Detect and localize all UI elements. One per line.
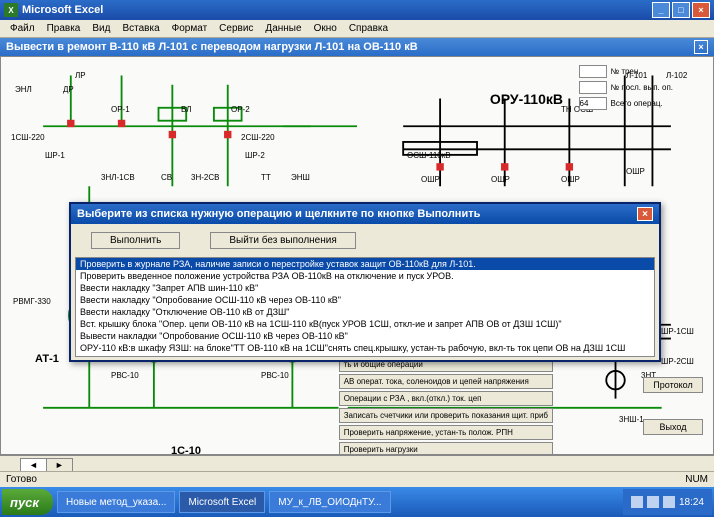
dialog-title-bar: Выберите из списка нужную операцию и щел… [71, 204, 659, 224]
maximize-button[interactable]: □ [672, 2, 690, 18]
op-button[interactable]: АВ операт. тока, соленоидов и цепей напр… [339, 374, 553, 389]
document-title: Вывести в ремонт В-110 кВ Л-101 с перево… [6, 41, 418, 53]
sch-label: 1СШ-220 [11, 133, 45, 142]
operation-list[interactable]: Проверить в журнале РЗА, наличие записи … [75, 257, 655, 357]
list-item[interactable]: Вст. крышку блока "Опер. цепи ОВ-110 кВ … [76, 318, 654, 330]
sch-label: АТ-1 [35, 353, 59, 365]
op-button[interactable]: Проверить нагрузки [339, 442, 553, 455]
sch-label: ДР [63, 85, 74, 94]
protocol-button[interactable]: Протокол [643, 377, 703, 393]
system-tray: 18:24 [623, 489, 712, 515]
sch-label: 3НЛ-1СВ [101, 173, 135, 182]
list-item[interactable]: Ввести накладку "Отключение ОВ-110 кВ от… [76, 306, 654, 318]
list-item[interactable]: Ввести накладку "Запрет АПВ шин-110 кВ" [76, 282, 654, 294]
list-item[interactable]: Вывести накладки "Опробование ОСШ-110 кВ… [76, 330, 654, 342]
sch-label: РВС-10 [111, 371, 139, 380]
menu-data[interactable]: Данные [259, 23, 307, 34]
sch-label: 3НШ-1 [619, 415, 644, 424]
exit-button[interactable]: Выход [643, 419, 703, 435]
sch-label: РВС-10 [261, 371, 289, 380]
operation-buttons: ть и общие операции АВ операт. тока, сол… [339, 357, 553, 455]
sch-label: ШР-1 [45, 151, 65, 160]
close-button[interactable]: × [692, 2, 710, 18]
task-item[interactable]: Новые метод_указа... [57, 491, 175, 513]
sch-label: ОШР [561, 175, 580, 184]
sch-label: СВ [161, 173, 172, 182]
sch-label: ОСШ-110кВ [407, 151, 451, 160]
vsego-input[interactable] [579, 97, 607, 110]
status-bar: Готово NUM [0, 471, 714, 487]
sch-label: 3Н-2СВ [191, 173, 219, 182]
operation-counters: № трен. № посл. вып. оп. Всего операц. [579, 65, 673, 113]
taskbar: пуск Новые метод_указа... Microsoft Exce… [0, 487, 714, 517]
execute-button[interactable]: Выполнить [91, 232, 180, 249]
sch-label: ВЛ [181, 105, 192, 114]
list-item[interactable]: Проверить введенное положение устройства… [76, 270, 654, 282]
status-ready: Готово [6, 474, 37, 485]
menu-bar: Файл Правка Вид Вставка Формат Сервис Да… [0, 20, 714, 38]
tray-icon[interactable] [663, 496, 675, 508]
operation-dialog: Выберите из списка нужную операцию и щел… [69, 202, 661, 362]
op-button[interactable]: Записать счетчики или проверить показани… [339, 408, 553, 423]
list-item[interactable]: ОРУ-110 кВ:в шкафу ЯЗШ: на блоке"ТТ ОВ-1… [76, 342, 654, 354]
op-button[interactable]: Проверить напряжение, устан-ть полож. РП… [339, 425, 553, 440]
tray-icon[interactable] [631, 496, 643, 508]
sch-label: ОР-2 [231, 105, 250, 114]
list-item[interactable]: Проверить в журнале РЗА, наличие записи … [76, 258, 654, 270]
menu-file[interactable]: Файл [4, 23, 41, 34]
start-button[interactable]: пуск [2, 489, 53, 515]
posl-label: № посл. вып. оп. [611, 83, 673, 92]
menu-edit[interactable]: Правка [41, 23, 87, 34]
menu-tools[interactable]: Сервис [213, 23, 259, 34]
menu-insert[interactable]: Вставка [116, 23, 165, 34]
menu-help[interactable]: Справка [343, 23, 394, 34]
list-item[interactable]: ОРУ-110 кВ: ЯЗШ:на блоке"Закоротка цепей… [76, 354, 654, 357]
status-num: NUM [685, 474, 708, 485]
sch-label: ШР-2СШ [661, 357, 694, 366]
tren-label: № трен. [611, 67, 641, 76]
sch-label: ЛР [75, 71, 86, 80]
sch-label: ОШР [421, 175, 440, 184]
sch-label: ТТ [261, 173, 271, 182]
tray-icon[interactable] [647, 496, 659, 508]
op-button[interactable]: Операции с РЗА , вкл.(откл.) ток. цеп [339, 391, 553, 406]
sch-label: 1С-10 [171, 445, 201, 455]
document-title-bar: Вывести в ремонт В-110 кВ Л-101 с перево… [0, 38, 714, 56]
worksheet-content: ЭНЛ ДР ЛР ОР-1 ВЛ ОР-2 1СШ-220 2СШ-220 Ш… [0, 56, 714, 455]
minimize-button[interactable]: _ [652, 2, 670, 18]
sch-label: ОШР [626, 167, 645, 176]
list-item[interactable]: Ввести накладку "Опробование ОСШ-110 кВ … [76, 294, 654, 306]
vsego-label: Всего операц. [611, 99, 663, 108]
start-label: пуск [10, 495, 39, 510]
posl-input[interactable] [579, 81, 607, 94]
sheet-tab[interactable]: ► [46, 458, 73, 471]
dialog-title: Выберите из списка нужную операцию и щел… [77, 208, 480, 220]
sch-label: ШР-2 [245, 151, 265, 160]
sch-label: ОР-1 [111, 105, 130, 114]
menu-view[interactable]: Вид [86, 23, 116, 34]
sheet-tabs: ◄ ► [0, 455, 714, 471]
sch-label: 2СШ-220 [241, 133, 275, 142]
sch-label: РВМГ-330 [13, 297, 51, 306]
menu-format[interactable]: Формат [166, 23, 214, 34]
oru-title: ОРУ-110кВ [490, 91, 563, 107]
sch-label: ШР-1СШ [661, 327, 694, 336]
exit-without-exec-button[interactable]: Выйти без выполнения [210, 232, 355, 249]
task-item[interactable]: Microsoft Excel [179, 491, 265, 513]
sheet-tab[interactable]: ◄ [20, 458, 47, 471]
app-title-bar: X Microsoft Excel _ □ × [0, 0, 714, 20]
sch-label: ЭНЛ [15, 85, 32, 94]
dialog-close-button[interactable]: × [637, 207, 653, 221]
tren-input[interactable] [579, 65, 607, 78]
app-title: Microsoft Excel [22, 4, 103, 16]
menu-window[interactable]: Окно [308, 23, 343, 34]
doc-close-button[interactable]: × [694, 40, 708, 54]
sch-label: ОШР [491, 175, 510, 184]
task-item[interactable]: МУ_к_ЛВ_ОИОДнТУ... [269, 491, 390, 513]
clock: 18:24 [679, 497, 704, 508]
excel-icon: X [4, 3, 18, 17]
sch-label: ЭНШ [291, 173, 310, 182]
